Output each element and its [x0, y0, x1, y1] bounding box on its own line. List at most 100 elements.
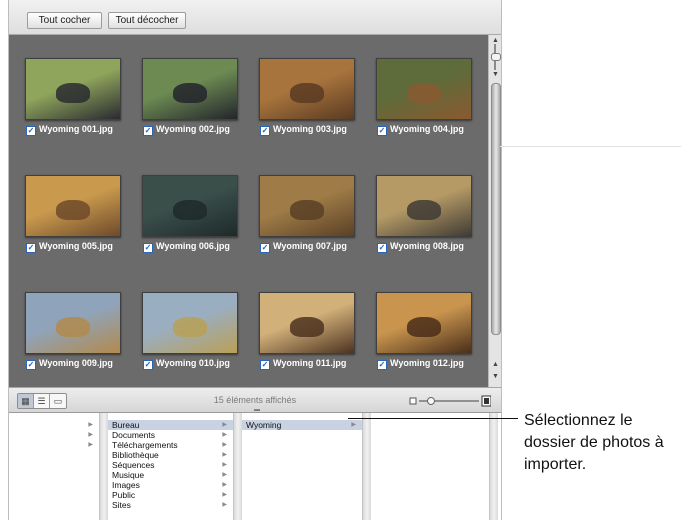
thumbnail-caption: ✓ Wyoming 002.jpg — [143, 124, 230, 136]
scroll-down-arrow-icon[interactable]: ▼ — [489, 373, 501, 381]
thumbnail-filename: Wyoming 010.jpg — [156, 358, 230, 368]
elk-silhouette — [290, 83, 324, 103]
browser-folder-item[interactable]: Sites ▶ — [108, 500, 233, 510]
photo-thumbnail[interactable] — [259, 58, 355, 120]
browser-folder-item[interactable]: Téléchargements ▶ — [108, 440, 233, 450]
import-checkbox[interactable]: ✓ — [377, 243, 387, 253]
folder-label: Musique — [112, 470, 145, 480]
thumbnail-caption: ✓ Wyoming 009.jpg — [26, 358, 113, 370]
folder-label: Sites — [112, 500, 131, 510]
import-window: Tout cocher Tout décocher ✓ Wyoming 001.j… — [8, 0, 502, 520]
disclosure-arrow-icon: ▶ — [88, 422, 93, 428]
browser-folder-item[interactable]: Public ▶ — [108, 490, 233, 500]
photo-thumbnail[interactable] — [376, 175, 472, 237]
import-checkbox[interactable]: ✓ — [377, 360, 387, 370]
elk-silhouette — [407, 83, 441, 103]
browser-folder-item[interactable]: Documents ▶ — [108, 430, 233, 440]
photo-thumbnail[interactable] — [25, 58, 121, 120]
thumbnail-filename: Wyoming 012.jpg — [390, 358, 464, 368]
check-all-button[interactable]: Tout cocher — [27, 12, 102, 29]
photo-thumbnail[interactable] — [142, 292, 238, 354]
import-checkbox[interactable]: ✓ — [260, 126, 270, 136]
thumbnail-filename: Wyoming 009.jpg — [39, 358, 113, 368]
background-divider — [500, 146, 681, 147]
thumbnail-filename: Wyoming 003.jpg — [273, 124, 347, 134]
mini-slider-knob[interactable] — [491, 53, 501, 61]
disclosure-arrow-icon: ▶ — [88, 442, 93, 448]
folder-label: Public — [112, 490, 136, 500]
thumbnail-caption: ✓ Wyoming 010.jpg — [143, 358, 230, 370]
thumbnail-caption: ✓ Wyoming 001.jpg — [26, 124, 113, 136]
photo-thumbnail[interactable] — [376, 58, 472, 120]
thumbnail-filename: Wyoming 006.jpg — [156, 241, 230, 251]
photo-thumbnail[interactable] — [259, 175, 355, 237]
thumbnail-filename: Wyoming 005.jpg — [39, 241, 113, 251]
import-checkbox[interactable]: ✓ — [143, 126, 153, 136]
column-resizer[interactable] — [100, 413, 108, 520]
thumbnail-caption: ✓ Wyoming 012.jpg — [377, 358, 464, 370]
browser-column-3[interactable]: Wyoming ▶ — [242, 413, 363, 520]
import-checkbox[interactable]: ✓ — [260, 360, 270, 370]
import-checkbox[interactable]: ✓ — [143, 243, 153, 253]
browser-folder-item[interactable]: Bibliothèque ▶ — [108, 450, 233, 460]
import-checkbox[interactable]: ✓ — [143, 360, 153, 370]
browser-root-item[interactable]: ▶ — [9, 420, 99, 430]
disclosure-arrow-icon: ▶ — [222, 502, 227, 508]
column-resizer[interactable] — [234, 413, 242, 520]
thumbnail-size-slider[interactable] — [409, 394, 492, 407]
thumbnail-caption: ✓ Wyoming 011.jpg — [260, 358, 346, 370]
large-thumb-icon-fill — [484, 398, 489, 404]
browser-root-item[interactable]: ▶ — [9, 440, 99, 450]
browser-folder-item[interactable]: Images ▶ — [108, 480, 233, 490]
column-resizer[interactable] — [363, 413, 371, 520]
thumbnail-filename: Wyoming 008.jpg — [390, 241, 464, 251]
browser-root-item[interactable]: ▶ — [9, 430, 99, 440]
import-checkbox[interactable]: ✓ — [26, 243, 36, 253]
browser-column-4[interactable] — [371, 413, 490, 520]
photo-thumbnail[interactable] — [25, 175, 121, 237]
disclosure-arrow-icon: ▶ — [222, 452, 227, 458]
import-checkbox[interactable]: ✓ — [260, 243, 270, 253]
split-handle-icon[interactable]: ▬ — [254, 407, 262, 413]
import-checkbox[interactable]: ✓ — [377, 126, 387, 136]
raven-silhouette — [56, 83, 90, 103]
browser-folder-item[interactable]: Séquences ▶ — [108, 460, 233, 470]
browser-column-2[interactable]: Bureau ▶ Documents ▶ Téléchargements ▶ Bibliot… — [108, 413, 234, 520]
disclosure-arrow-icon: ▶ — [222, 462, 227, 468]
callout-pointer — [348, 418, 518, 419]
import-checkbox[interactable]: ✓ — [26, 126, 36, 136]
photo-thumbnail[interactable] — [376, 292, 472, 354]
thumbnail-caption: ✓ Wyoming 005.jpg — [26, 241, 113, 253]
photo-thumbnail[interactable] — [142, 58, 238, 120]
thumbnail-size-slider-svg[interactable] — [409, 395, 492, 407]
horses-meadow-silhouette — [173, 317, 207, 337]
browser-folder-item[interactable]: Musique ▶ — [108, 470, 233, 480]
thumbnail-filename: Wyoming 011.jpg — [273, 358, 347, 368]
import-checkbox[interactable]: ✓ — [26, 360, 36, 370]
vertical-scrollbar[interactable]: ▲ ▼ ▲ ▼ — [488, 35, 501, 387]
bison-herd-silhouette — [290, 200, 324, 220]
thumbnail-caption: ✓ Wyoming 006.jpg — [143, 241, 230, 253]
browser-column-1[interactable]: ▶ ▶ ▶ — [9, 413, 100, 520]
folder-label: Wyoming — [246, 420, 282, 430]
column-resizer[interactable] — [490, 413, 498, 520]
thumbnail-caption: ✓ Wyoming 004.jpg — [377, 124, 464, 136]
thumbnail-filename: Wyoming 002.jpg — [156, 124, 230, 134]
folder-label: Bureau — [112, 420, 140, 430]
disclosure-arrow-icon: ▶ — [222, 472, 227, 478]
browser-folder-item[interactable]: Bureau ▶ — [108, 420, 233, 430]
uncheck-all-button[interactable]: Tout décocher — [108, 12, 186, 29]
scrollbar-thumb[interactable] — [491, 83, 501, 335]
disclosure-arrow-icon: ▶ — [222, 422, 227, 428]
zoom-slider-down-icon[interactable]: ▼ — [489, 71, 501, 79]
photo-thumbnail[interactable] — [142, 175, 238, 237]
browser-folder-item[interactable]: Wyoming ▶ — [242, 420, 362, 430]
photo-thumbnail[interactable] — [25, 292, 121, 354]
scroll-up-arrow-icon[interactable]: ▲ — [489, 361, 501, 369]
bison-mountains-silhouette — [56, 317, 90, 337]
bison-lying-silhouette — [407, 317, 441, 337]
folder-label: Documents — [112, 430, 155, 440]
elk-in-field-silhouette — [56, 200, 90, 220]
photo-thumbnail[interactable] — [259, 292, 355, 354]
thumbnail-grid: ✓ Wyoming 001.jpg ✓ Wyoming 002.jpg ✓ Wyoming… — [9, 35, 488, 387]
